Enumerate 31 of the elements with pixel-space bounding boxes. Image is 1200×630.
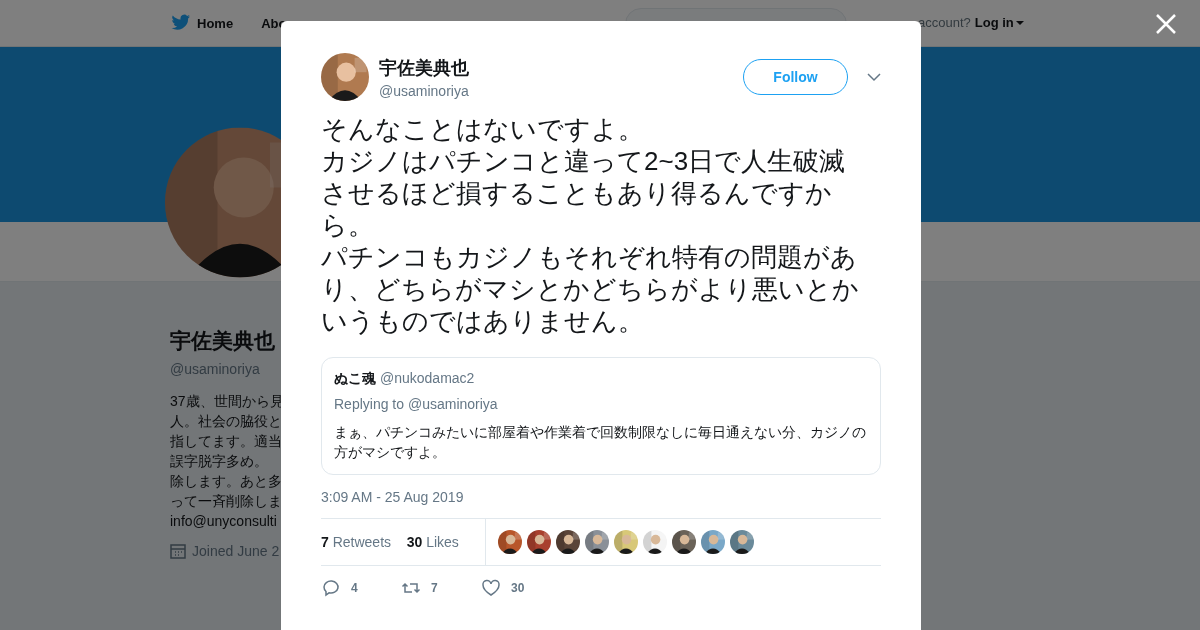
tweet-time: 3:09 AM - 25 Aug 2019 xyxy=(321,489,465,505)
profile-bio: 37歳、世間から見 人。社会の脇役と 指してます。適当 誤字脱字多め。 除します。あと多 って一斉削除しま info@unyconsulti xyxy=(170,392,285,531)
reply-icon[interactable] xyxy=(321,578,341,598)
joined-date: Joined June 2 xyxy=(192,543,280,559)
tweet-text: カジノはパチンコと違って2~3日で人生破滅させるほど損することもあり得るんですから。 xyxy=(321,145,847,241)
profile-name: 宇佐美典也 xyxy=(170,328,276,354)
like-icon[interactable] xyxy=(481,578,501,598)
account-prompt: account? xyxy=(918,15,971,30)
bird-logo xyxy=(171,14,191,32)
login-link[interactable]: Log in xyxy=(974,15,1024,30)
quote-handle: @nukodamac2 xyxy=(380,370,475,388)
stat-link[interactable]: 30 Likes xyxy=(406,534,471,550)
caret-icon[interactable] xyxy=(1015,19,1024,26)
caret-icon[interactable] xyxy=(867,72,881,82)
profile-handle: @usaminoriya xyxy=(170,361,261,377)
nav-tab[interactable]: Home xyxy=(171,14,234,32)
action-count: 4 xyxy=(351,581,358,595)
quote-author: ぬこ魂 xyxy=(334,370,376,388)
tweet-text: そんなことはないですよ。 xyxy=(321,113,645,145)
author-name: 宇佐美典也 xyxy=(379,56,470,80)
close-icon[interactable] xyxy=(1155,13,1177,35)
follow-button[interactable]: Follow xyxy=(743,59,848,95)
replying-to: Replying to @usaminoriya xyxy=(334,396,499,412)
quoted-tweet[interactable]: ぬこ魂 @nukodamac2 Replying to @usaminoriya まぁ、パチンコみたいに部屋着や作業着で回数制限なしに毎日通えない分、カジノの方がマシですよ。 xyxy=(321,357,881,475)
calendar-icon xyxy=(170,543,186,559)
action-count: 30 xyxy=(511,581,525,595)
quote-text: まぁ、パチンコみたいに部屋着や作業着で回数制限なしに毎日通えない分、カジノの方がマシですよ。 xyxy=(334,423,867,462)
stat-link[interactable]: 7 Retweets xyxy=(321,534,403,550)
action-count: 7 xyxy=(431,581,438,595)
tweet-text: パチンコもカジノもそれぞれ特有の問題があり、どちらがマシとかどちらがより悪いとかいうものではありません。 xyxy=(321,241,860,337)
author-handle: @usaminoriya xyxy=(379,82,470,99)
